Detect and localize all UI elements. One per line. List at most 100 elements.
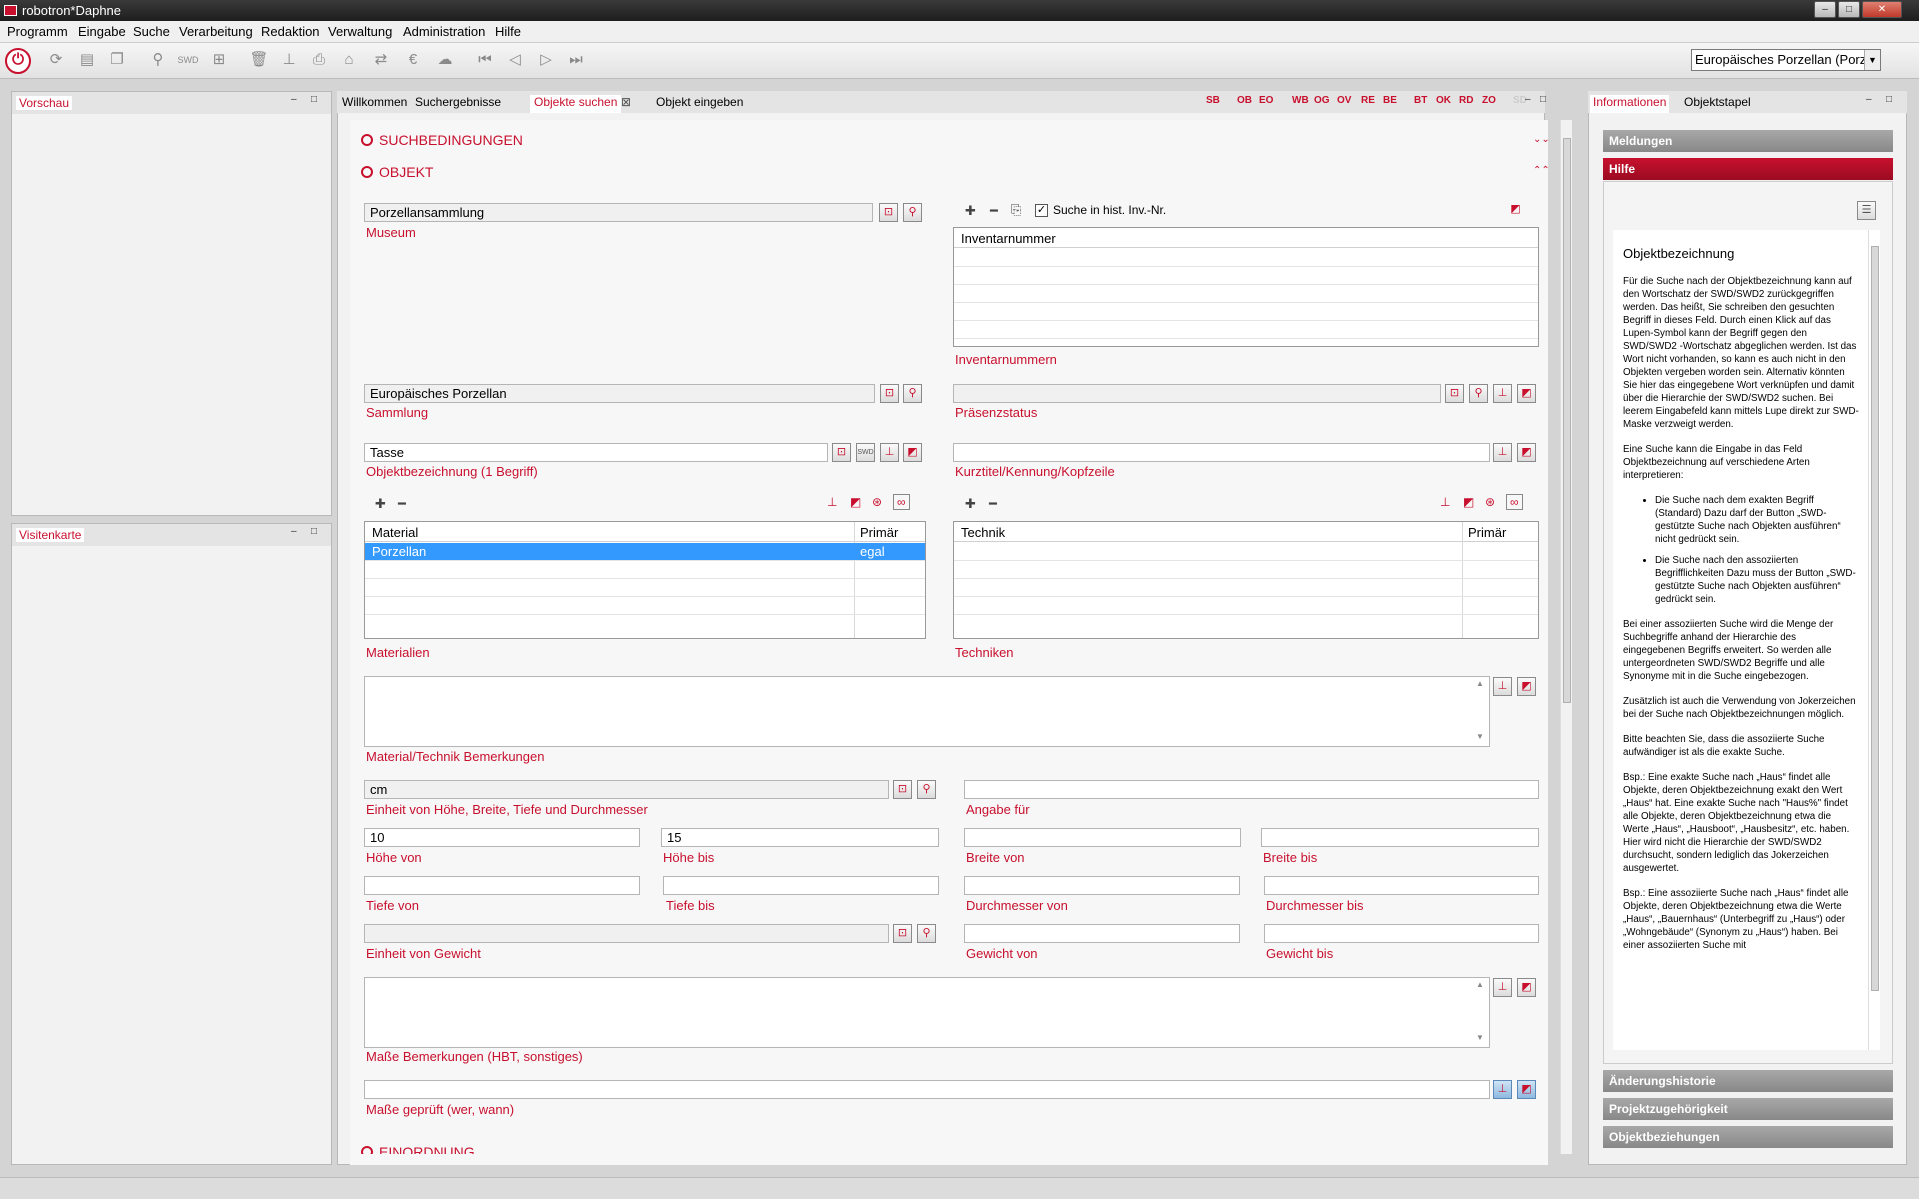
table-row[interactable]: [954, 543, 1538, 561]
tab-information[interactable]: Informationen: [1590, 95, 1670, 113]
trash-icon[interactable]: ⊡: [880, 384, 899, 403]
save-icon[interactable]: ▤: [76, 49, 98, 71]
tab-welcome[interactable]: Willkommen: [342, 95, 407, 109]
search-icon[interactable]: ⚲: [903, 203, 922, 222]
maximize-button[interactable]: □: [1838, 1, 1860, 18]
menu-eingabe[interactable]: Eingabe: [78, 24, 126, 39]
edit-icon[interactable]: ◩: [1517, 443, 1536, 462]
edit-icon[interactable]: ◩: [1517, 978, 1536, 997]
edit-icon[interactable]: ◩: [1517, 1080, 1536, 1099]
euro-icon[interactable]: €: [402, 49, 424, 71]
maximize-panel-icon[interactable]: □: [311, 95, 321, 105]
first-record-icon[interactable]: ⏮: [474, 49, 496, 71]
stamp-icon[interactable]: ⊥: [827, 495, 837, 509]
techniques-table[interactable]: Technik Primär: [953, 521, 1539, 639]
menu-verarbeitung[interactable]: Verarbeitung: [179, 24, 253, 39]
folder-icon[interactable]: ⌂: [338, 49, 360, 71]
minimize-button[interactable]: ‒: [1814, 1, 1836, 18]
status-tab-zo[interactable]: ZO: [1482, 95, 1496, 106]
scroll-up-icon[interactable]: ▲: [1476, 679, 1484, 688]
menu-administration[interactable]: Administration: [403, 24, 485, 39]
accordion-object-relations[interactable]: Objektbeziehungen: [1603, 1126, 1893, 1148]
maximize-panel-icon[interactable]: □: [1886, 95, 1896, 105]
cloud-icon[interactable]: ☁: [434, 49, 456, 71]
table-row[interactable]: [954, 249, 1538, 267]
status-tab-re[interactable]: RE: [1361, 95, 1375, 106]
minimize-panel-icon[interactable]: ‒: [1866, 95, 1876, 105]
material-remarks-textarea[interactable]: [364, 676, 1490, 747]
remove-icon[interactable]: ━: [990, 203, 998, 219]
minimize-panel-icon[interactable]: ‒: [1525, 95, 1535, 105]
remove-icon[interactable]: ━: [989, 496, 997, 512]
table-row[interactable]: [365, 561, 925, 579]
materials-table[interactable]: Material Primär Porzellan egal: [364, 521, 926, 639]
search-icon[interactable]: ⚲: [1469, 384, 1488, 403]
depth-from-input[interactable]: [364, 876, 640, 895]
table-row[interactable]: [365, 597, 925, 615]
table-row[interactable]: [954, 267, 1538, 285]
status-tab-ob[interactable]: OB: [1237, 95, 1252, 106]
hist-inv-checkbox[interactable]: ✓: [1035, 204, 1048, 217]
menu-suche[interactable]: Suche: [133, 24, 170, 39]
specification-input[interactable]: [964, 780, 1539, 799]
status-tab-ok[interactable]: OK: [1436, 95, 1451, 106]
stamp-icon[interactable]: ⊥: [1493, 384, 1512, 403]
stamp-icon[interactable]: ⊥: [1493, 443, 1512, 462]
section-classification[interactable]: EINORDNUNG: [361, 1144, 475, 1154]
associated-search-icon[interactable]: ∞: [893, 494, 910, 510]
maximize-panel-icon[interactable]: □: [1540, 95, 1550, 105]
table-row[interactable]: Porzellan egal: [365, 543, 925, 561]
chevron-down-icon[interactable]: ⌄⌄: [1533, 134, 1550, 145]
weight-unit-field[interactable]: [364, 924, 889, 943]
diameter-from-input[interactable]: [964, 876, 1240, 895]
weight-to-input[interactable]: [1264, 924, 1539, 943]
add-icon[interactable]: ✚: [965, 203, 976, 219]
accordion-help[interactable]: Hilfe: [1603, 158, 1893, 180]
edit-icon[interactable]: ◩: [1517, 384, 1536, 403]
status-tab-eo[interactable]: EO: [1259, 95, 1273, 106]
edit-icon[interactable]: ◩: [1517, 677, 1536, 696]
prev-record-icon[interactable]: ◁: [504, 49, 526, 71]
tab-business-card[interactable]: Visitenkarte: [16, 528, 85, 542]
minimize-panel-icon[interactable]: ‒: [291, 95, 301, 105]
trash-icon[interactable]: ⊡: [879, 203, 898, 222]
next-record-icon[interactable]: ▷: [535, 49, 557, 71]
menu-verwaltung[interactable]: Verwaltung: [328, 24, 392, 39]
table-row[interactable]: [954, 597, 1538, 615]
search-icon[interactable]: ⚲: [917, 780, 936, 799]
menu-redaktion[interactable]: Redaktion: [261, 24, 320, 39]
unit-field[interactable]: cm: [364, 780, 889, 799]
copy-icon[interactable]: ❐: [106, 49, 128, 71]
power-icon[interactable]: ⏻: [5, 48, 31, 74]
transfer-icon[interactable]: ⇄: [370, 49, 392, 71]
table-row[interactable]: [365, 579, 925, 597]
collection-select[interactable]: Europäisches Porzellan (Porzellan ▼: [1691, 49, 1881, 71]
status-tab-og[interactable]: OG: [1314, 95, 1330, 106]
chevron-up-icon[interactable]: ⌃⌃: [1533, 165, 1550, 176]
table-row[interactable]: [954, 321, 1538, 339]
status-tab-bt[interactable]: BT: [1414, 95, 1427, 106]
search-icon[interactable]: ⚲: [147, 49, 169, 71]
add-icon[interactable]: ✚: [965, 496, 976, 512]
trash-icon[interactable]: ⊡: [1445, 384, 1464, 403]
dimension-remarks-textarea[interactable]: [364, 977, 1490, 1048]
section-search-conditions[interactable]: SUCHBEDINGUNGEN: [361, 132, 523, 148]
scroll-down-icon[interactable]: ▼: [1476, 732, 1484, 741]
collection-field[interactable]: Europäisches Porzellan: [364, 384, 875, 403]
stamp-icon[interactable]: ⊥: [1493, 1080, 1512, 1099]
maximize-panel-icon[interactable]: □: [311, 527, 321, 537]
stamp-icon[interactable]: ⊥: [1440, 495, 1450, 509]
associated-search-icon[interactable]: ∞: [1506, 494, 1523, 510]
link-icon[interactable]: ⊛: [872, 495, 882, 509]
tree-icon[interactable]: ⊞: [208, 49, 230, 71]
help-scrollbar[interactable]: [1868, 230, 1880, 1050]
height-to-input[interactable]: 15: [661, 828, 939, 847]
close-tab-icon[interactable]: ⊠: [621, 95, 631, 109]
primary-cell[interactable]: egal: [860, 544, 885, 559]
form-scrollbar-thumb[interactable]: [1563, 138, 1571, 703]
edit-icon[interactable]: ◩: [850, 495, 861, 509]
trash-icon[interactable]: ⊡: [893, 924, 912, 943]
status-tab-rd[interactable]: RD: [1459, 95, 1473, 106]
edit-icon[interactable]: ◩: [903, 443, 922, 462]
print-icon[interactable]: ⎙: [308, 49, 330, 71]
